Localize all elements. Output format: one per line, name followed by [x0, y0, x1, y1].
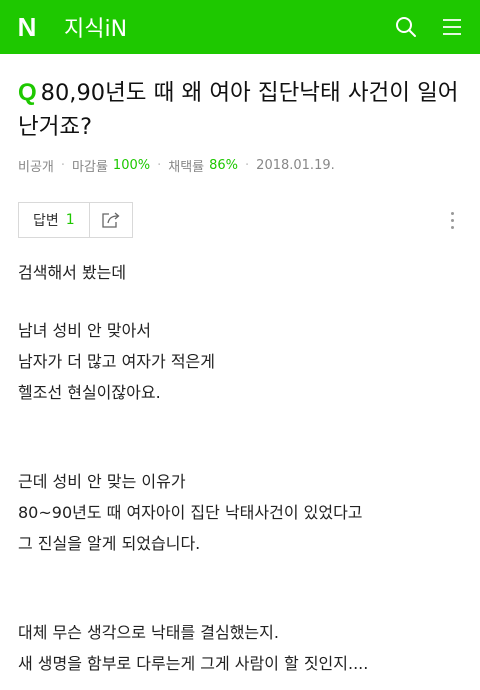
- body-line: 대체 무슨 생각으로 낙태를 결심했는지.: [18, 623, 279, 642]
- body-line: 남자가 더 많고 여자가 적은게: [18, 352, 215, 371]
- action-row: 답변 1: [18, 201, 462, 239]
- question-title-text: 80,90년도 때 왜 여아 집단낙태 사건이 일어난거죠?: [18, 80, 459, 140]
- adopt-label: 채택률: [168, 160, 205, 175]
- body-line: 검색해서 봤는데: [18, 263, 127, 282]
- topbar-actions: [394, 0, 464, 54]
- meta-separator: ·: [245, 158, 250, 173]
- naver-logo[interactable]: N: [0, 0, 54, 54]
- body-line: 새 생명을 함부로 다루는게 그게 사람이 할 짓인지....: [18, 654, 369, 673]
- share-icon[interactable]: [90, 203, 132, 237]
- meta-separator: ·: [157, 158, 162, 173]
- author-name: 비공개: [18, 160, 54, 175]
- top-navigation-bar: N 지식iN: [0, 0, 480, 54]
- question-title: Q 80,90년도 때 왜 여아 집단낙태 사건이 일어난거죠?: [18, 76, 460, 144]
- answer-label: 답변: [33, 213, 59, 229]
- deadline-label: 마감률: [72, 160, 108, 175]
- service-title[interactable]: 지식iN: [64, 11, 127, 43]
- answer-count: 1: [65, 212, 75, 228]
- body-line: 헬조선 현실이잖아요.: [18, 383, 161, 402]
- meta-separator: ·: [60, 158, 66, 173]
- deadline-value: 100%: [112, 158, 151, 173]
- post-date: 2018.01.19.: [256, 158, 335, 173]
- answer-share-group: 답변 1: [18, 202, 133, 238]
- question-mark-icon: Q: [18, 79, 37, 106]
- body-line: 근데 성비 안 맞는 이유가: [18, 472, 186, 491]
- question-meta: 비공개 · 마감률 100% · 채택률 86% · 2018.01.19.: [18, 156, 460, 175]
- question-header: Q 80,90년도 때 왜 여아 집단낙태 사건이 일어난거죠? 비공개 · 마감…: [0, 54, 480, 175]
- adopt-value: 86%: [209, 158, 239, 173]
- more-vertical-icon[interactable]: [442, 211, 462, 229]
- question-body: 검색해서 봤는데 남녀 성비 안 맞아서 남자가 더 많고 여자가 적은게 헬조…: [0, 239, 480, 679]
- search-icon[interactable]: [394, 15, 418, 39]
- body-line: 그 진실을 알게 되었습니다.: [18, 534, 201, 553]
- body-line: 80~90년도 때 여자아이 집단 낙태사건이 있었다고: [18, 503, 363, 522]
- body-line: 남녀 성비 안 맞아서: [18, 321, 152, 340]
- answer-button[interactable]: 답변 1: [19, 203, 90, 237]
- menu-icon[interactable]: [440, 15, 464, 39]
